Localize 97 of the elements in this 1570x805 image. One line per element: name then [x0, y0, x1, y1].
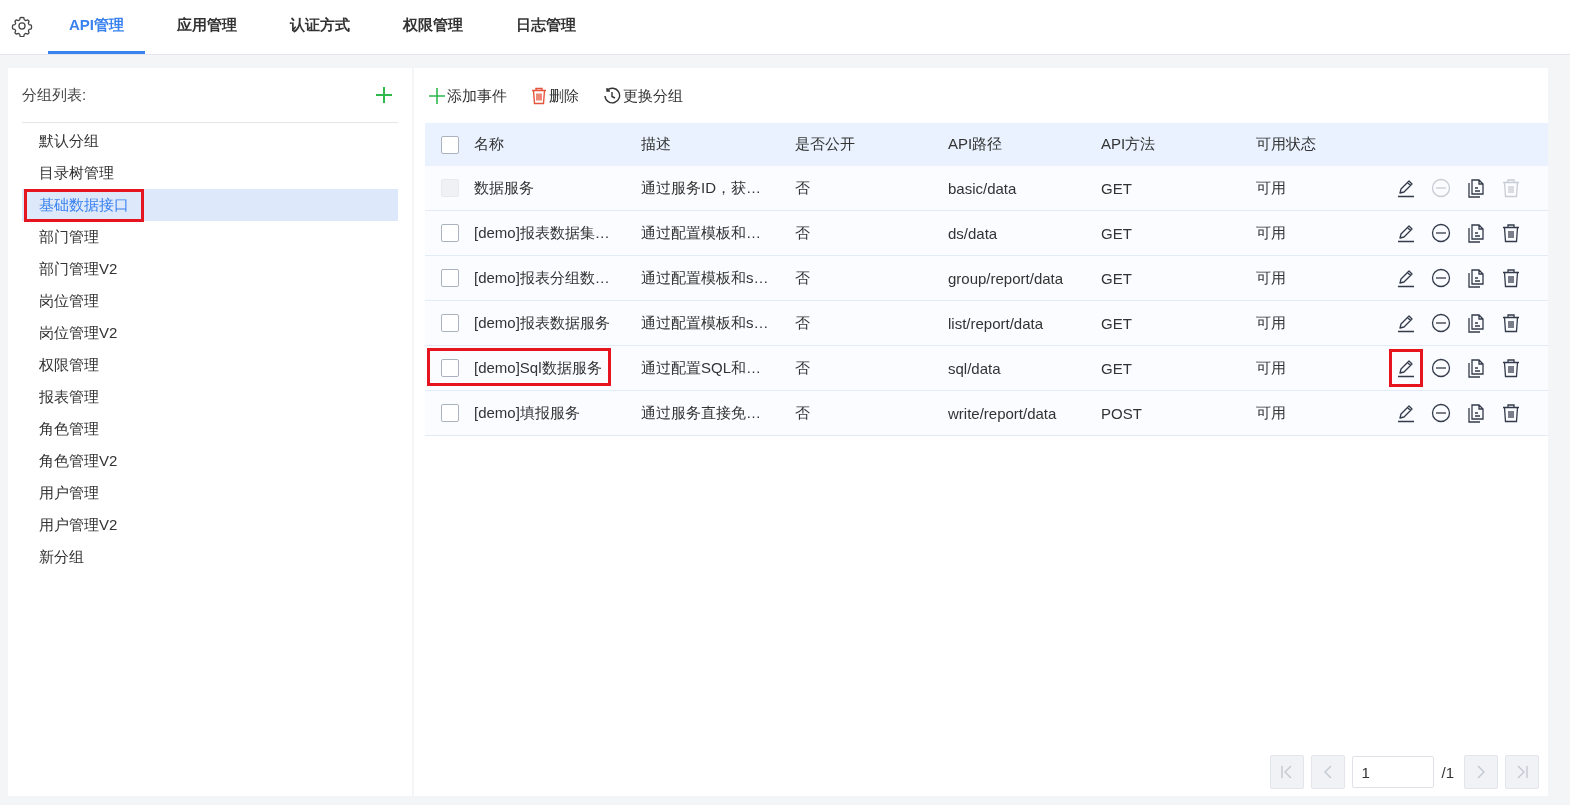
- public-cell: 否: [795, 178, 810, 196]
- path-cell: basic/data: [948, 179, 1017, 197]
- select-all-checkbox[interactable]: [440, 135, 459, 154]
- status-cell: 可用: [1256, 403, 1286, 421]
- row-checkbox[interactable]: [440, 404, 459, 422]
- name-cell: [demo]报表分组数…: [474, 268, 610, 286]
- edit-icon[interactable]: [1396, 313, 1416, 333]
- sidebar-item[interactable]: 角色管理: [22, 413, 398, 445]
- rotate-icon: [603, 87, 621, 105]
- name-cell: [demo]报表数据服务: [474, 313, 610, 331]
- path-cell: list/report/data: [948, 314, 1044, 332]
- path-cell: ds/data: [948, 224, 998, 242]
- tab[interactable]: 认证方式: [269, 0, 371, 54]
- settings-icon[interactable]: [11, 15, 33, 37]
- column-header: API路径: [948, 135, 1003, 152]
- description-cell: 通过配置模板和s…: [641, 268, 769, 286]
- document-icon[interactable]: [1466, 358, 1486, 378]
- sidebar-item[interactable]: 默认分组: [22, 125, 398, 157]
- sidebar-item[interactable]: 报表管理: [22, 381, 398, 413]
- description-cell: 通过配置模板和…: [641, 223, 761, 241]
- tab[interactable]: 权限管理: [382, 0, 484, 54]
- column-header: API方法: [1101, 135, 1156, 152]
- edit-icon[interactable]: [1396, 268, 1416, 288]
- tab[interactable]: 日志管理: [495, 0, 597, 54]
- sidebar-item[interactable]: 目录树管理: [22, 157, 398, 189]
- column-header: 名称: [474, 135, 504, 152]
- row-checkbox[interactable]: [440, 224, 459, 242]
- column-header: 可用状态: [1256, 135, 1316, 152]
- trash-icon[interactable]: [1501, 403, 1521, 423]
- sidebar-item[interactable]: 角色管理V2: [22, 445, 398, 477]
- path-cell: group/report/data: [948, 269, 1064, 287]
- name-cell: [demo]报表数据集…: [474, 223, 610, 241]
- toolbar-button[interactable]: 删除: [527, 86, 579, 106]
- minus-circle-icon[interactable]: [1431, 358, 1451, 378]
- column-header: 是否公开: [795, 135, 855, 152]
- minus-circle-icon[interactable]: [1431, 268, 1451, 288]
- status-cell: 可用: [1256, 178, 1286, 196]
- status-cell: 可用: [1256, 223, 1286, 241]
- description-cell: 通过配置SQL和…: [641, 358, 761, 376]
- plus-icon[interactable]: [375, 86, 393, 104]
- name-cell: [demo]Sql数据服务: [474, 358, 602, 376]
- path-cell: sql/data: [948, 359, 1001, 377]
- public-cell: 否: [795, 268, 810, 286]
- status-cell: 可用: [1256, 268, 1286, 286]
- trash-icon[interactable]: [1501, 313, 1521, 333]
- sidebar-item[interactable]: 岗位管理: [22, 285, 398, 317]
- name-cell: [demo]填报服务: [474, 403, 580, 421]
- sidebar-item[interactable]: 新分组: [22, 541, 398, 573]
- document-icon[interactable]: [1466, 223, 1486, 243]
- row-checkbox[interactable]: [440, 314, 459, 332]
- minus-circle-icon[interactable]: [1431, 313, 1451, 333]
- method-cell: GET: [1101, 269, 1132, 287]
- sidebar-item[interactable]: 用户管理: [22, 477, 398, 509]
- page-input[interactable]: 1: [1352, 756, 1435, 788]
- row-checkbox[interactable]: [440, 269, 459, 287]
- tab[interactable]: 应用管理: [156, 0, 258, 54]
- page-total: /1: [1441, 763, 1454, 781]
- method-cell: GET: [1101, 179, 1132, 197]
- document-icon[interactable]: [1466, 403, 1486, 423]
- description-cell: 通过服务ID，获…: [641, 178, 761, 196]
- trash-icon[interactable]: [1501, 358, 1521, 378]
- edit-icon[interactable]: [1396, 358, 1416, 378]
- sidebar-item[interactable]: 用户管理V2: [22, 509, 398, 541]
- plus-icon: [429, 88, 445, 104]
- document-icon[interactable]: [1466, 313, 1486, 333]
- name-cell: 数据服务: [474, 178, 534, 196]
- sidebar-title: 分组列表:: [22, 85, 87, 105]
- edit-icon[interactable]: [1396, 223, 1416, 243]
- description-cell: 通过配置模板和s…: [641, 313, 769, 331]
- trash-icon[interactable]: [1501, 268, 1521, 288]
- public-cell: 否: [795, 223, 810, 241]
- path-cell: write/report/data: [948, 404, 1057, 422]
- public-cell: 否: [795, 313, 810, 331]
- method-cell: GET: [1101, 224, 1132, 242]
- status-cell: 可用: [1256, 313, 1286, 331]
- edit-icon[interactable]: [1396, 403, 1416, 423]
- method-cell: GET: [1101, 314, 1132, 332]
- column-header: 描述: [641, 135, 671, 152]
- minus-circle-icon[interactable]: [1431, 403, 1451, 423]
- minus-circle-icon[interactable]: [1431, 223, 1451, 243]
- sidebar-item[interactable]: 岗位管理V2: [22, 317, 398, 349]
- public-cell: 否: [795, 403, 810, 421]
- document-icon[interactable]: [1466, 268, 1486, 288]
- tab[interactable]: API管理: [48, 0, 145, 54]
- description-cell: 通过服务直接免…: [641, 403, 761, 421]
- sidebar-item[interactable]: 部门管理V2: [22, 253, 398, 285]
- trash-icon[interactable]: [1501, 223, 1521, 243]
- toolbar-button[interactable]: 添加事件: [425, 86, 507, 106]
- row-checkbox[interactable]: [440, 359, 459, 377]
- sidebar-item[interactable]: 部门管理: [22, 221, 398, 253]
- method-cell: GET: [1101, 359, 1132, 377]
- trash-icon: [531, 87, 547, 105]
- toolbar-button[interactable]: 更换分组: [599, 86, 683, 106]
- public-cell: 否: [795, 358, 810, 376]
- method-cell: POST: [1101, 404, 1142, 422]
- sidebar-item[interactable]: 权限管理: [22, 349, 398, 381]
- status-cell: 可用: [1256, 358, 1286, 376]
